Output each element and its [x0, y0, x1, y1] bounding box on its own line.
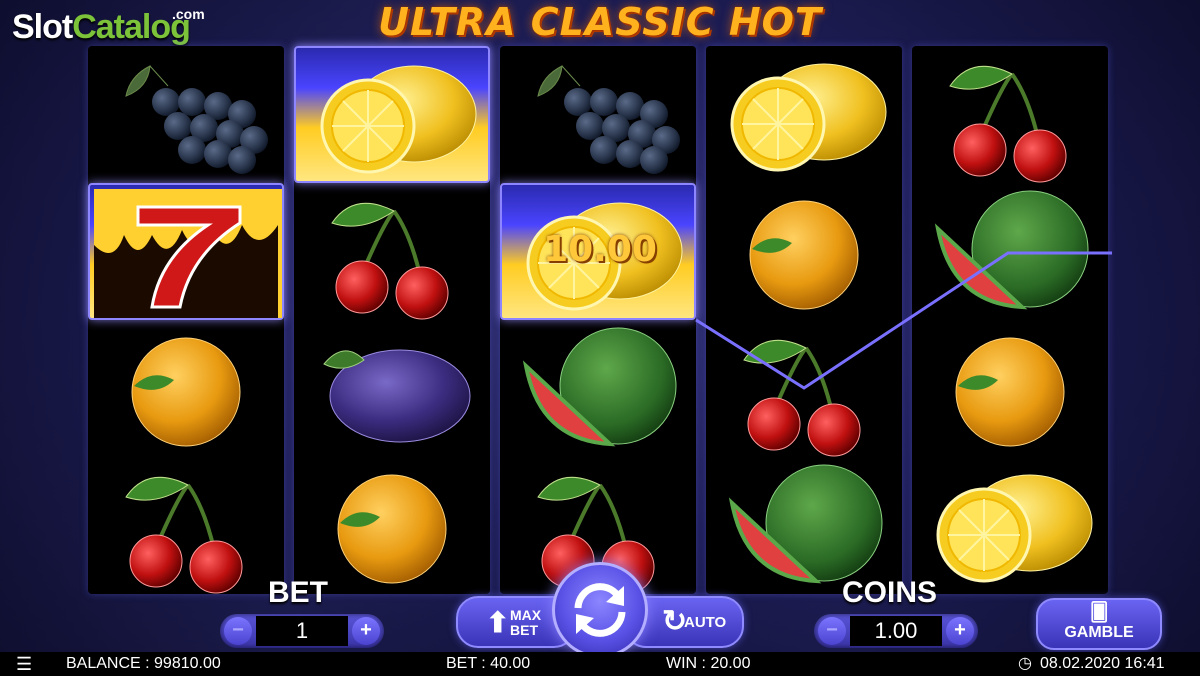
coins-decrease-button[interactable]: −	[818, 617, 846, 645]
bet-label: BET	[268, 576, 328, 609]
symbol-watermelon	[706, 457, 902, 594]
symbol-cherries	[912, 46, 1108, 183]
symbol-lemon-winning	[294, 46, 490, 183]
symbol-lemon	[912, 457, 1108, 594]
symbol-lemon-winning: 10.00	[500, 183, 696, 320]
reel-5	[912, 46, 1108, 594]
spin-arrows-icon	[574, 583, 626, 637]
slotcatalog-logo: SlotCatalog .com	[12, 6, 205, 46]
gamble-button[interactable]: 🂠 GAMBLE	[1036, 598, 1162, 650]
auto-label: AUTO	[684, 614, 727, 631]
datetime-text: 08.02.2020 16:41	[1040, 655, 1165, 672]
win-text: WIN : 20.00	[666, 655, 751, 672]
reel-1	[88, 46, 284, 594]
symbol-plum	[294, 320, 490, 457]
reels-area: 10.00	[88, 46, 1112, 594]
symbol-grapes	[88, 46, 284, 183]
balance-text: BALANCE : 99810.00	[66, 655, 221, 672]
symbol-orange	[706, 183, 902, 320]
bet-increase-button[interactable]: +	[352, 617, 380, 645]
cards-icon: 🂠	[1090, 602, 1109, 622]
reel-3: 10.00	[500, 46, 696, 594]
symbol-orange	[912, 320, 1108, 457]
symbol-watermelon	[912, 183, 1108, 320]
symbol-seven-winning	[88, 183, 284, 320]
bet-decrease-button[interactable]: −	[224, 617, 252, 645]
hamburger-icon[interactable]: ☰	[16, 652, 32, 676]
reel-4	[706, 46, 902, 594]
symbol-lemon	[706, 46, 902, 183]
max-bet-label-line1: MAX	[510, 607, 542, 623]
win-amount-label: 10.00	[543, 229, 657, 270]
total-bet-text: BET : 40.00	[446, 655, 531, 672]
bet-value: 1	[256, 616, 348, 646]
reel-2	[294, 46, 490, 594]
symbol-cherries	[294, 183, 490, 320]
symbol-cherries	[88, 457, 284, 594]
symbol-watermelon	[500, 320, 696, 457]
coins-label: COINS	[842, 576, 938, 609]
max-bet-label-line2: BET	[510, 622, 538, 638]
arrow-up-icon: ⬆	[486, 607, 510, 638]
coins-increase-button[interactable]: +	[946, 617, 974, 645]
symbol-orange	[294, 457, 490, 594]
bet-stepper: − 1 +	[220, 614, 384, 648]
spin-button[interactable]	[552, 562, 648, 658]
gamble-label: GAMBLE	[1064, 624, 1134, 641]
symbol-orange	[88, 320, 284, 457]
symbol-grapes	[500, 46, 696, 183]
clock-icon: ◷	[1018, 655, 1032, 672]
status-bar: ☰ BALANCE : 99810.00 BET : 40.00 WIN : 2…	[0, 652, 1200, 676]
game-title: ULTRA CLASSIC HOT	[378, 0, 822, 44]
coins-stepper: − 1.00 +	[814, 614, 978, 648]
coins-value: 1.00	[850, 616, 942, 646]
symbol-cherries	[706, 320, 902, 457]
